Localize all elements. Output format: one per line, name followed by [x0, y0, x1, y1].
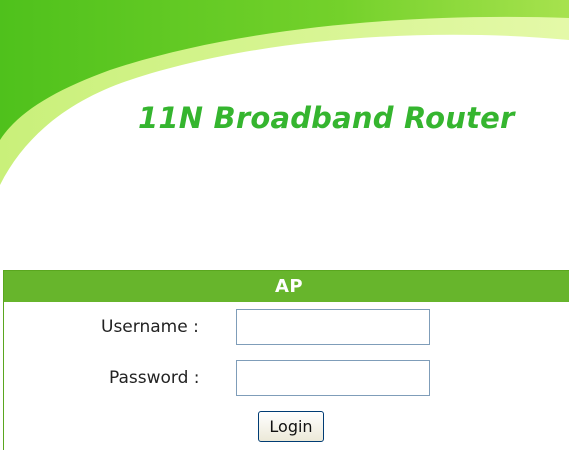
- login-panel-header: AP: [4, 271, 569, 302]
- password-input[interactable]: [236, 360, 430, 396]
- username-label: Username :: [101, 317, 199, 337]
- router-login-page: 11N Broadband Router AP Username : Passw…: [0, 0, 569, 450]
- green-swoosh-graphic: [0, 0, 569, 200]
- login-panel: AP Username : Password : Login: [3, 270, 569, 450]
- header-banner: 11N Broadband Router: [0, 0, 569, 200]
- password-label: Password :: [109, 368, 200, 388]
- login-button[interactable]: Login: [258, 411, 324, 442]
- router-brand-title: 11N Broadband Router: [138, 101, 515, 135]
- username-input[interactable]: [236, 309, 430, 345]
